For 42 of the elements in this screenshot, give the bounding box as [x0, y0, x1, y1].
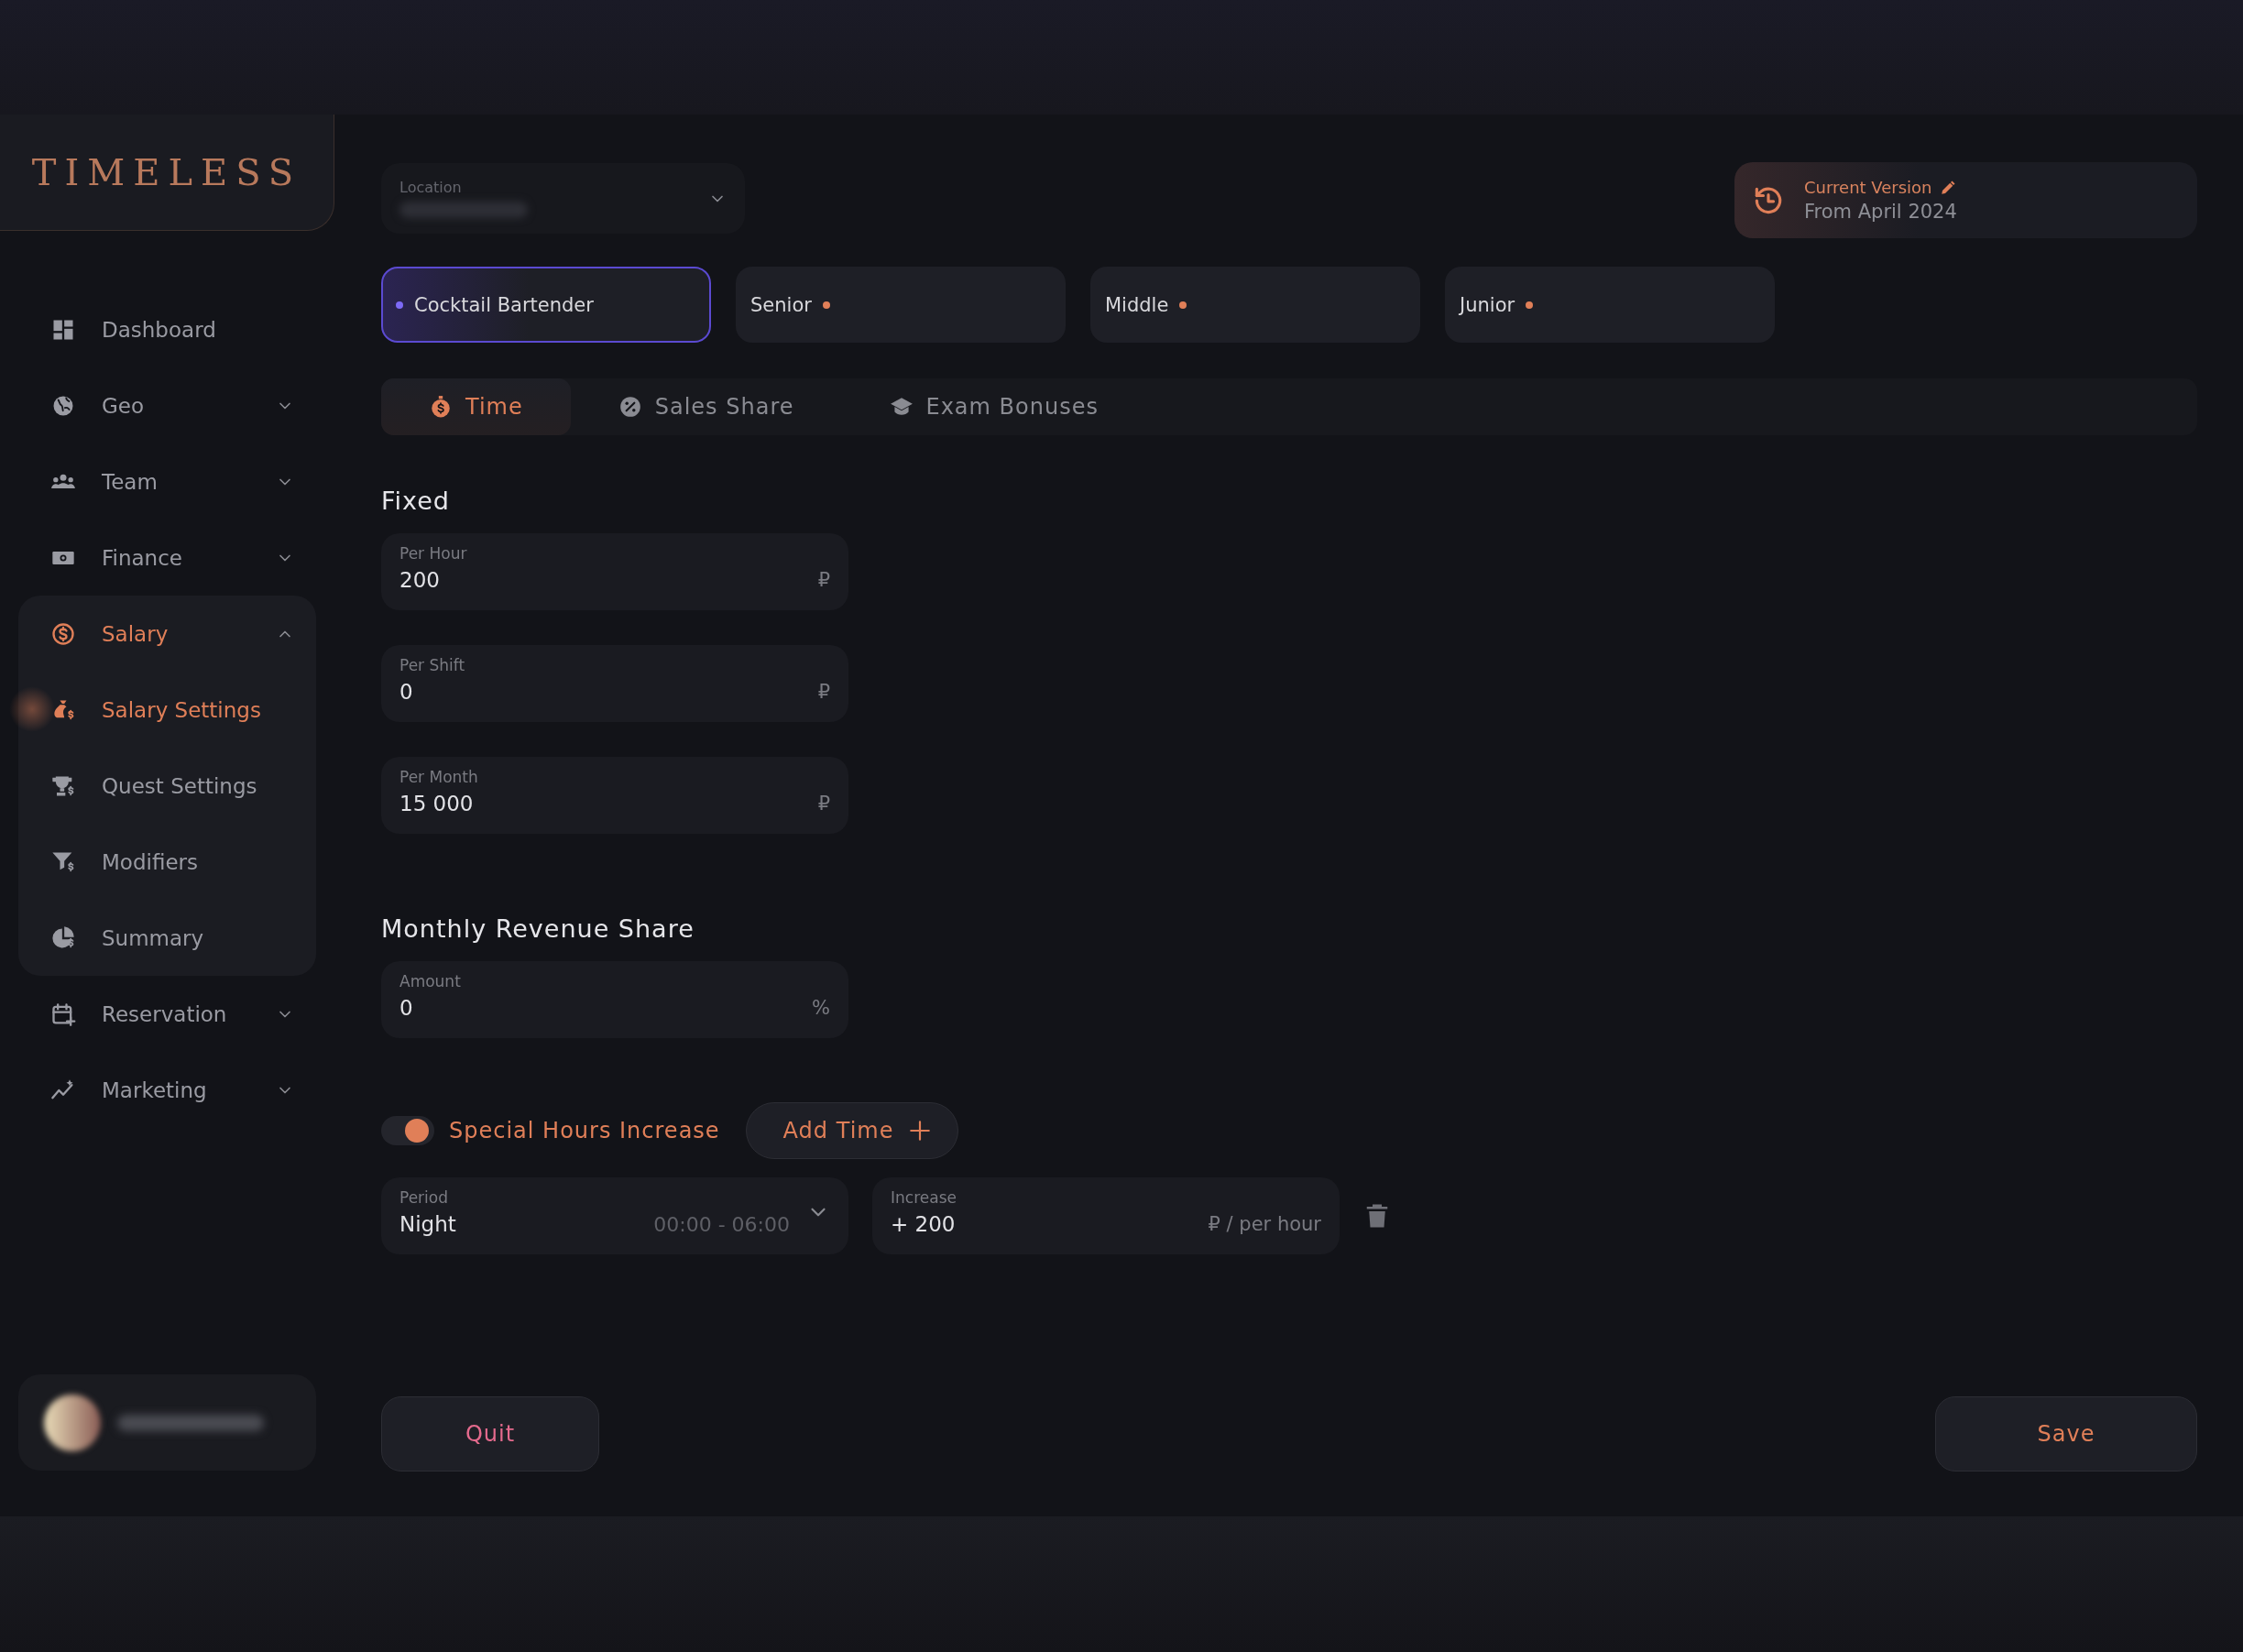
- role-chip[interactable]: Middle: [1090, 267, 1420, 343]
- input-field[interactable]: Per Month 15 000 ₽: [381, 757, 848, 834]
- role-chip[interactable]: Cocktail Bartender: [381, 267, 711, 343]
- calendar-plus-icon: [50, 1001, 76, 1027]
- role-chip[interactable]: Senior: [736, 267, 1066, 343]
- add-time-button[interactable]: Add Time: [745, 1102, 959, 1159]
- input-field[interactable]: Increase + 200 ₽ / per hour: [872, 1177, 1340, 1254]
- input-field[interactable]: Per Shift 0 ₽: [381, 645, 848, 722]
- plus-icon: [908, 1119, 933, 1143]
- toggle-label: Special Hours Increase: [449, 1118, 720, 1143]
- tab[interactable]: Sales Share: [570, 378, 842, 435]
- toggle-switch[interactable]: [381, 1116, 434, 1145]
- input-field[interactable]: Amount 0 %: [381, 961, 848, 1038]
- quit-button[interactable]: Quit: [381, 1396, 599, 1471]
- logo: TIMELESS: [31, 151, 302, 193]
- avatar: [44, 1394, 101, 1451]
- sidebar-item[interactable]: Dashboard: [0, 291, 316, 367]
- sidebar-item[interactable]: Reservation: [0, 976, 316, 1052]
- version-date: From April 2024: [1804, 201, 1957, 223]
- sidebar-item[interactable]: Marketing: [0, 1052, 316, 1128]
- section-title: Fixed: [381, 487, 451, 515]
- version-card[interactable]: Current Version From April 2024: [1734, 162, 2197, 238]
- version-title: Current Version: [1804, 178, 1932, 197]
- sidebar-item[interactable]: Modifiers: [18, 824, 316, 900]
- role-chip[interactable]: Junior: [1445, 267, 1775, 343]
- sidebar-item[interactable]: Salary: [18, 596, 316, 672]
- dollar-coin-icon: [50, 620, 76, 647]
- sidebar-item[interactable]: Team: [0, 443, 316, 520]
- sidebar-item[interactable]: Finance: [0, 520, 316, 596]
- input-field[interactable]: Per Hour 200 ₽: [381, 533, 848, 610]
- sidebar-item[interactable]: Summary: [18, 900, 316, 976]
- user-card[interactable]: [18, 1374, 316, 1471]
- section-title: Monthly Revenue Share: [381, 914, 695, 943]
- sidebar-item[interactable]: Quest Settings: [18, 748, 316, 824]
- percent-icon: [618, 395, 642, 419]
- pencil-icon[interactable]: [1939, 179, 1956, 196]
- save-button[interactable]: Save: [1935, 1396, 2197, 1471]
- period-dropdown[interactable]: Period Night 00:00 - 06:00: [381, 1177, 848, 1254]
- stopwatch-icon: [429, 395, 453, 419]
- tab[interactable]: Exam Bonuses: [841, 378, 1146, 435]
- tab[interactable]: Time: [381, 378, 571, 435]
- sidebar-item[interactable]: Geo: [0, 367, 316, 443]
